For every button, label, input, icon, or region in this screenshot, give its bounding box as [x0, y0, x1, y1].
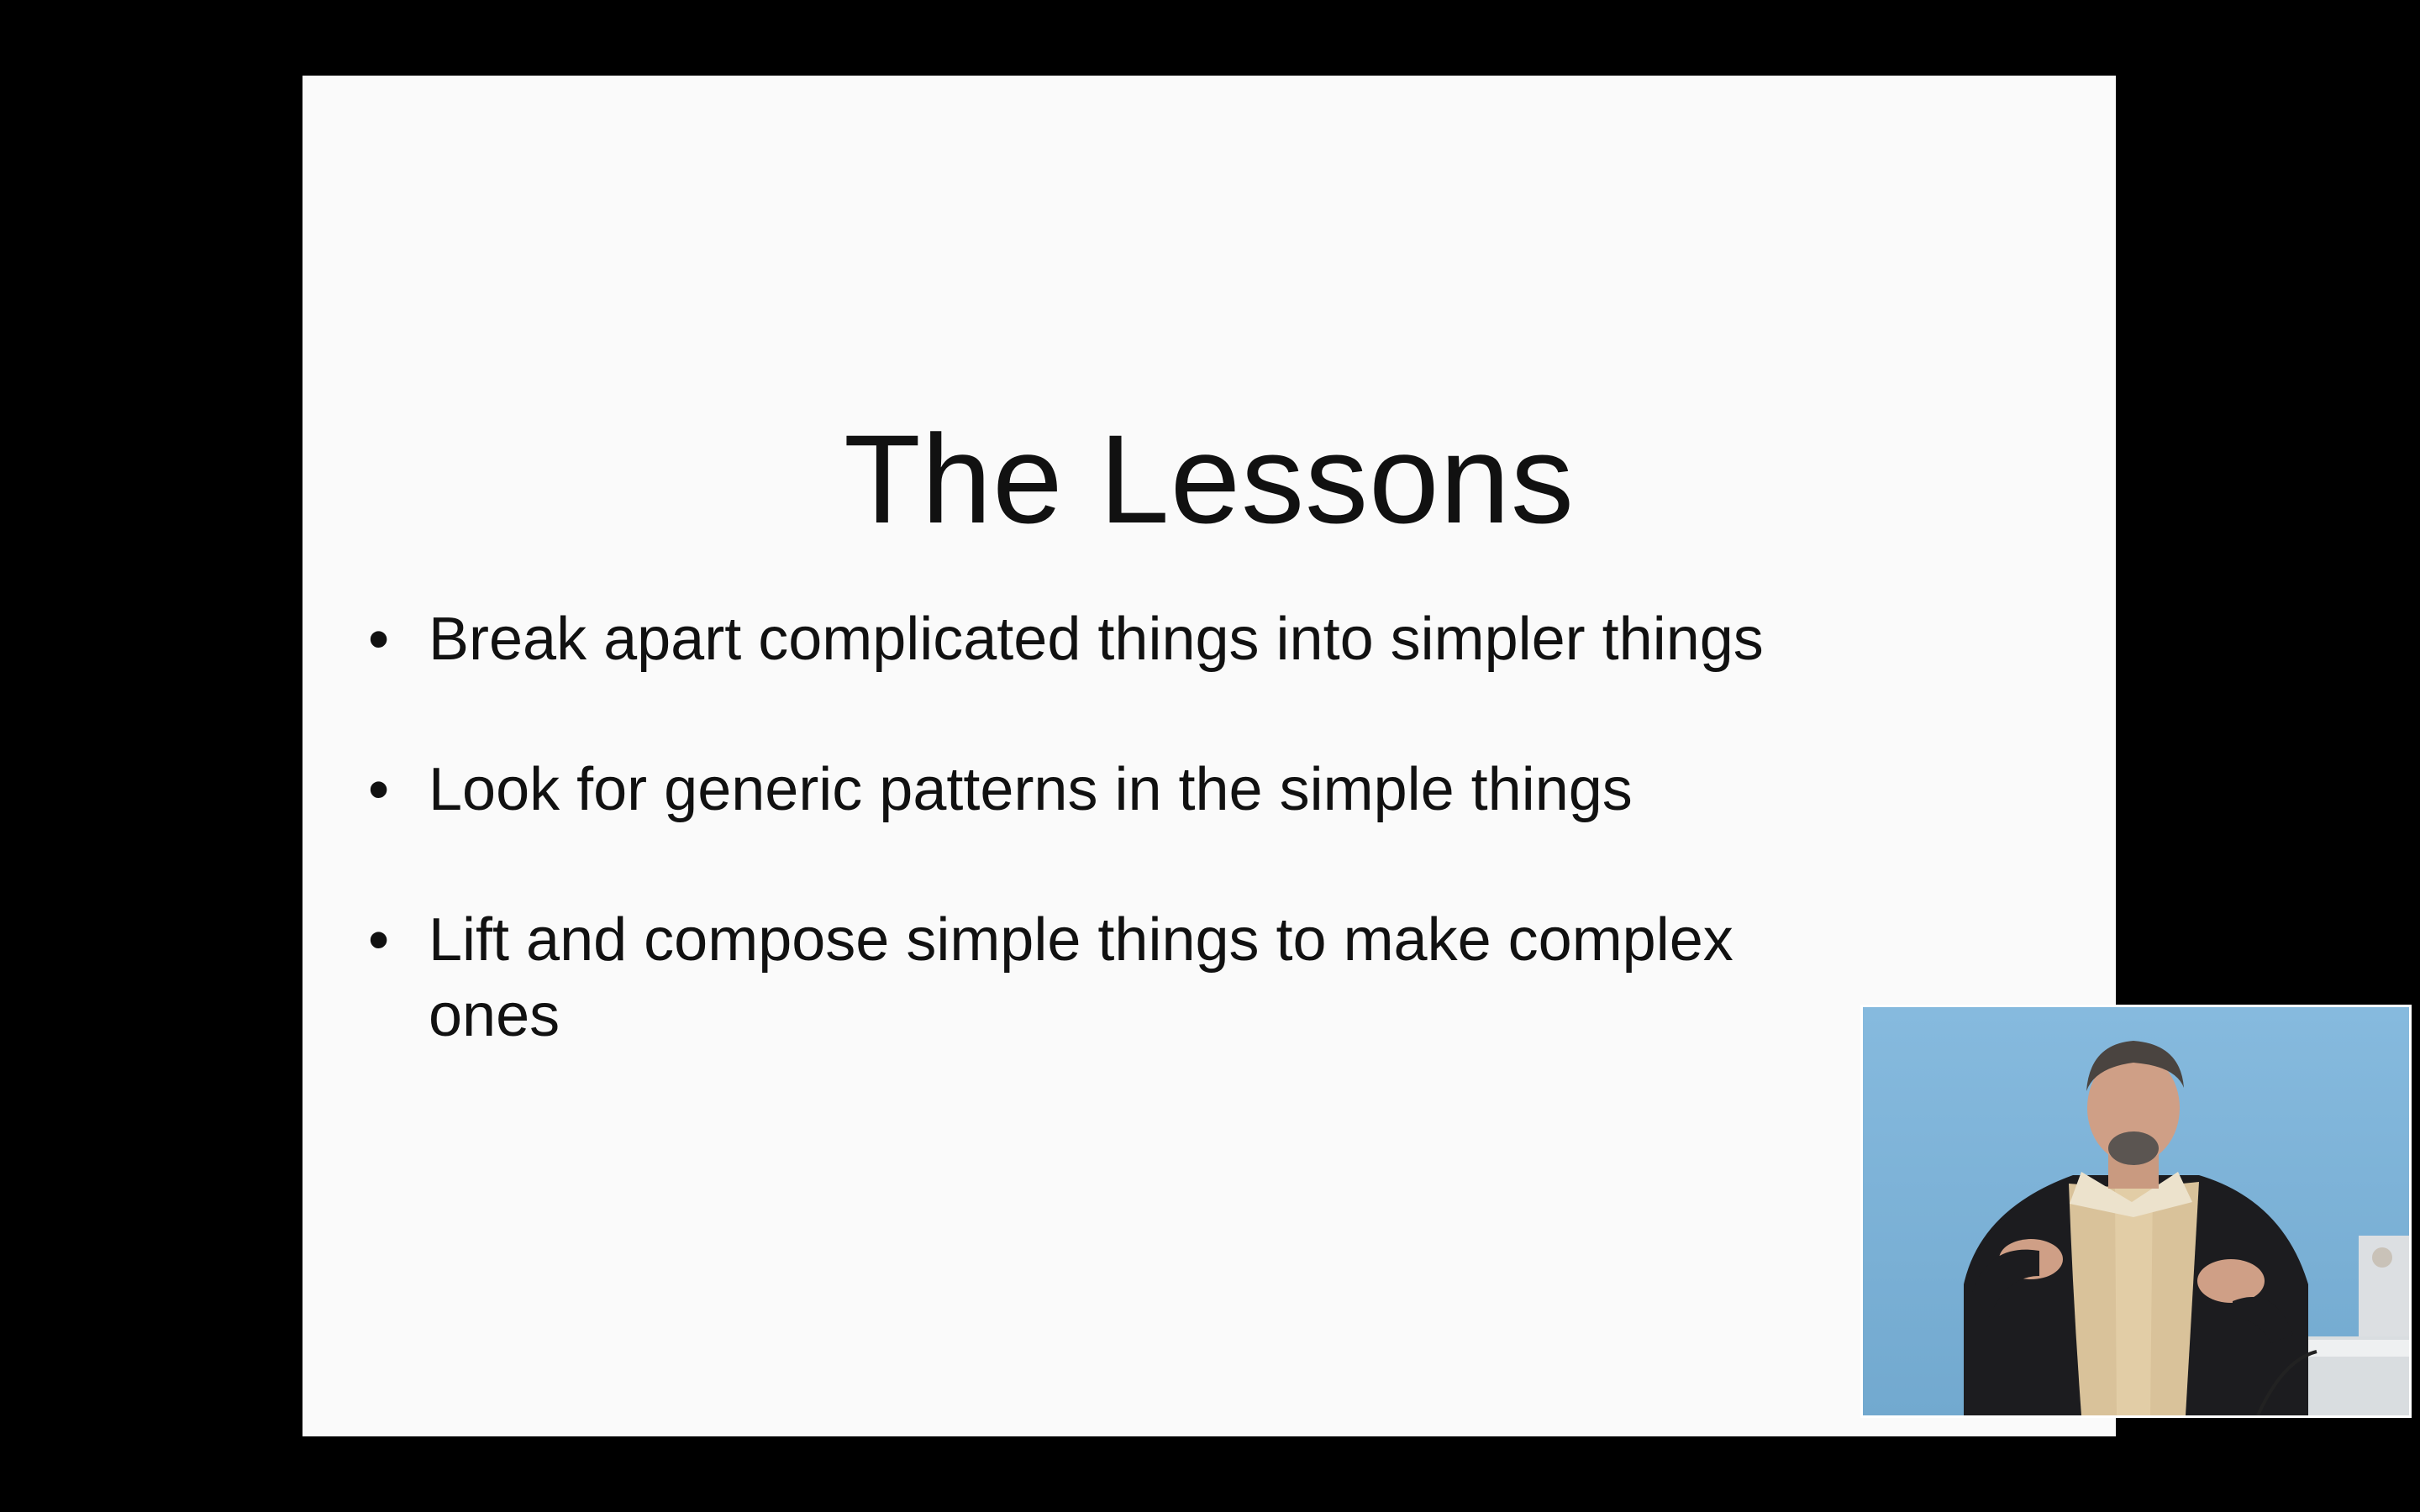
bullet-dot-icon: •	[368, 756, 390, 823]
bullet-item: • Break apart complicated things into si…	[368, 601, 2008, 677]
bullet-dot-icon: •	[368, 906, 390, 974]
bullet-dot-icon: •	[368, 606, 390, 673]
bullet-item: • Lift and compose simple things to make…	[368, 902, 1874, 1053]
bullet-text: Break apart complicated things into simp…	[429, 606, 1764, 673]
bullet-text: Lift and compose simple things to make c…	[429, 906, 1733, 1049]
presenter-video-inset	[1860, 1005, 2412, 1418]
slide-title: The Lessons	[844, 408, 1575, 549]
bullet-item: • Look for generic patterns in the simpl…	[368, 752, 2008, 827]
presenter-image	[1863, 1007, 2409, 1415]
video-frame: The Lessons • Break apart complicated th…	[0, 0, 2420, 1512]
bullet-text: Look for generic patterns in the simple …	[429, 756, 1633, 823]
